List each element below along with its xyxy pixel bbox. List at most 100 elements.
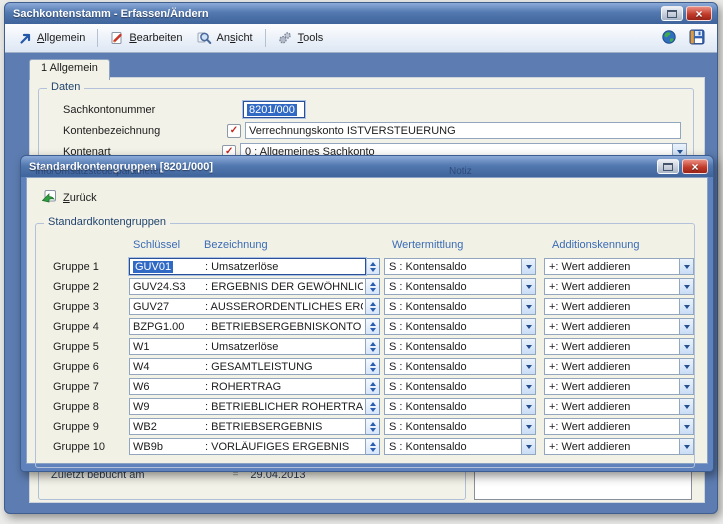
spinner-control[interactable] bbox=[366, 318, 380, 335]
additionskennung-combo[interactable]: +: Wert addieren bbox=[544, 338, 694, 355]
dropdown-icon[interactable] bbox=[521, 319, 535, 334]
additionskennung-combo[interactable]: +: Wert addieren bbox=[544, 398, 694, 415]
close-button[interactable] bbox=[682, 159, 708, 174]
save-icon[interactable] bbox=[689, 29, 705, 48]
additionskennung-combo[interactable]: +: Wert addieren bbox=[544, 318, 694, 335]
dropdown-icon[interactable] bbox=[521, 439, 535, 454]
additionskennung-combo[interactable]: +: Wert addieren bbox=[544, 258, 694, 275]
schluessel-field[interactable]: GUV27 : AUSSERORDENTLICHES ERGEBNIS bbox=[129, 298, 366, 315]
additionskennung-combo[interactable]: +: Wert addieren bbox=[544, 378, 694, 395]
wertermittlung-combo[interactable]: S : Kontensaldo bbox=[384, 418, 536, 435]
spin-up-icon bbox=[370, 322, 376, 326]
spinner-control[interactable] bbox=[366, 378, 380, 395]
globe-icon[interactable] bbox=[661, 29, 677, 48]
schluessel-field[interactable]: W1 : Umsatzerlöse bbox=[129, 338, 366, 355]
tab-allgemein[interactable]: 1 Allgemein bbox=[29, 59, 110, 80]
dropdown-icon[interactable] bbox=[521, 279, 535, 294]
menu-bearbeiten[interactable]: Bearbeiten bbox=[104, 28, 188, 48]
schluessel-value: W1 bbox=[133, 341, 150, 353]
notiz-textarea[interactable] bbox=[474, 468, 692, 500]
dropdown-icon[interactable] bbox=[679, 399, 693, 414]
dropdown-icon[interactable] bbox=[521, 359, 535, 374]
dropdown-icon[interactable] bbox=[521, 379, 535, 394]
group-row-label: Gruppe 3 bbox=[44, 301, 129, 313]
wertermittlung-combo[interactable]: S : Kontensaldo bbox=[384, 298, 536, 315]
dropdown-icon[interactable] bbox=[679, 319, 693, 334]
spin-down-icon bbox=[370, 288, 376, 292]
spinner-control[interactable] bbox=[366, 278, 380, 295]
additionskennung-combo[interactable]: +: Wert addieren bbox=[544, 358, 694, 375]
additionskennung-value: +: Wert addieren bbox=[545, 439, 679, 454]
dropdown-icon[interactable] bbox=[679, 419, 693, 434]
dropdown-icon[interactable] bbox=[521, 339, 535, 354]
dropdown-icon[interactable] bbox=[679, 379, 693, 394]
menu-tools[interactable]: Tools bbox=[272, 28, 330, 48]
dropdown-icon[interactable] bbox=[521, 259, 535, 274]
label-post: urück bbox=[70, 192, 97, 204]
schluessel-field[interactable]: BZPG1.00 : BETRIEBSERGEBNISKONTO bbox=[129, 318, 366, 335]
dropdown-icon[interactable] bbox=[679, 299, 693, 314]
restore-button[interactable] bbox=[657, 159, 679, 174]
group-rows: Gruppe 1 GUV01 : Umsatzerlöse S : Konten… bbox=[44, 258, 694, 455]
dropdown-icon[interactable] bbox=[521, 399, 535, 414]
dropdown-icon[interactable] bbox=[679, 339, 693, 354]
wertermittlung-combo[interactable]: S : Kontensaldo bbox=[384, 358, 536, 375]
schluessel-field[interactable]: W4 : GESAMTLEISTUNG bbox=[129, 358, 366, 375]
spinner-control[interactable] bbox=[366, 358, 380, 375]
spin-up-icon bbox=[370, 282, 376, 286]
spinner-control[interactable] bbox=[366, 298, 380, 315]
wertermittlung-combo[interactable]: S : Kontensaldo bbox=[384, 398, 536, 415]
menu-ansicht[interactable]: Ansicht bbox=[191, 28, 259, 48]
spin-up-icon bbox=[370, 382, 376, 386]
additionskennung-value: +: Wert addieren bbox=[545, 299, 679, 314]
label-post: icht bbox=[236, 32, 253, 44]
wertermittlung-value: S : Kontensaldo bbox=[385, 319, 521, 334]
main-titlebar[interactable]: Sachkontenstamm - Erfassen/Ändern bbox=[5, 3, 717, 24]
additionskennung-combo[interactable]: +: Wert addieren bbox=[544, 298, 694, 315]
spinner-control[interactable] bbox=[366, 398, 380, 415]
dialog-titlebar[interactable]: Standardkontengruppen [8201/000] Info/Um… bbox=[21, 156, 713, 177]
wertermittlung-combo[interactable]: S : Kontensaldo bbox=[384, 278, 536, 295]
kontenbezeichnung-input[interactable]: Verrechnungskonto ISTVERSTEUERUNG bbox=[245, 122, 681, 139]
sachkontonummer-input[interactable]: 8201/000 bbox=[243, 101, 305, 118]
additionskennung-combo[interactable]: +: Wert addieren bbox=[544, 418, 694, 435]
schluessel-field[interactable]: GUV24.S3 : ERGEBNIS DER GEWÖHNLICHEN GES bbox=[129, 278, 366, 295]
schluessel-field[interactable]: W6 : ROHERTRAG bbox=[129, 378, 366, 395]
schluessel-field[interactable]: WB2 : BETRIEBSERGEBNIS bbox=[129, 418, 366, 435]
dropdown-icon[interactable] bbox=[679, 439, 693, 454]
dropdown-icon[interactable] bbox=[521, 419, 535, 434]
back-button[interactable]: Zurück bbox=[36, 187, 102, 209]
schluessel-field[interactable]: GUV01 : Umsatzerlöse bbox=[129, 258, 366, 275]
red-check-icon[interactable] bbox=[227, 124, 241, 138]
spin-up-icon bbox=[370, 342, 376, 346]
wertermittlung-combo[interactable]: S : Kontensaldo bbox=[384, 258, 536, 275]
dropdown-icon[interactable] bbox=[679, 279, 693, 294]
spinner-control[interactable] bbox=[366, 338, 380, 355]
spinner-control[interactable] bbox=[366, 418, 380, 435]
restore-icon bbox=[663, 163, 673, 171]
schluessel-field[interactable]: WB9b : VORLÄUFIGES ERGEBNIS bbox=[129, 438, 366, 455]
close-button[interactable] bbox=[686, 6, 712, 21]
table-row: Gruppe 4 BZPG1.00 : BETRIEBSERGEBNISKONT… bbox=[44, 318, 694, 335]
wertermittlung-combo[interactable]: S : Kontensaldo bbox=[384, 438, 536, 455]
group-row-label: Gruppe 8 bbox=[44, 401, 129, 413]
wertermittlung-value: S : Kontensaldo bbox=[385, 259, 521, 274]
go-arrow-icon bbox=[19, 32, 32, 45]
spinner-control[interactable] bbox=[366, 438, 380, 455]
standardkontengruppen-groupbox: Standardkontengruppen Schlüssel Bezeichn… bbox=[35, 223, 695, 468]
dropdown-icon[interactable] bbox=[679, 359, 693, 374]
additionskennung-combo[interactable]: +: Wert addieren bbox=[544, 278, 694, 295]
wertermittlung-combo[interactable]: S : Kontensaldo bbox=[384, 378, 536, 395]
menu-allgemein[interactable]: Allgemein bbox=[13, 29, 91, 48]
bezeichnung-value: : ROHERTRAG bbox=[205, 381, 281, 393]
groupbox-label: Daten bbox=[47, 81, 84, 93]
dropdown-icon[interactable] bbox=[521, 299, 535, 314]
wertermittlung-combo[interactable]: S : Kontensaldo bbox=[384, 318, 536, 335]
schluessel-field[interactable]: W9 : BETRIEBLICHER ROHERTRAG bbox=[129, 398, 366, 415]
dropdown-icon[interactable] bbox=[679, 259, 693, 274]
additionskennung-combo[interactable]: +: Wert addieren bbox=[544, 438, 694, 455]
restore-button[interactable] bbox=[661, 6, 683, 21]
spinner-control[interactable] bbox=[366, 258, 380, 275]
wertermittlung-combo[interactable]: S : Kontensaldo bbox=[384, 338, 536, 355]
schluessel-value: W6 bbox=[133, 381, 150, 393]
